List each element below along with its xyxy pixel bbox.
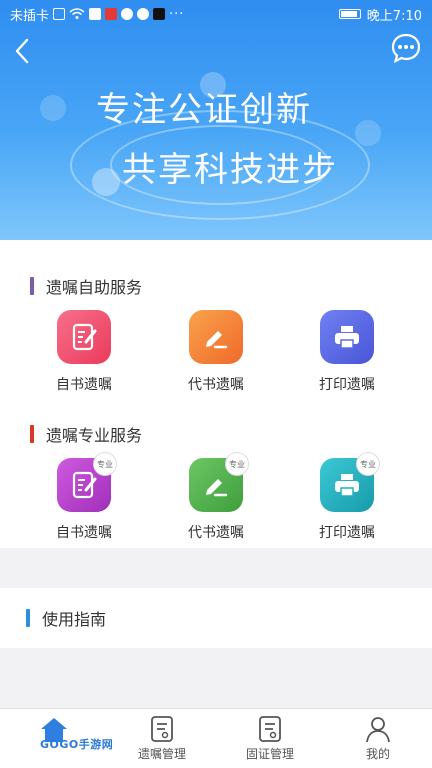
- section-pro-service: 遗嘱专业服务: [30, 424, 143, 445]
- service-label: 代书遗嘱: [188, 377, 244, 393]
- pen-write-icon: 专业: [189, 452, 249, 512]
- service-label: 打印遗嘱: [319, 525, 375, 541]
- hero-slogan-1: 专注公证创新: [96, 90, 312, 130]
- tiktok-icon: [153, 8, 166, 20]
- app-notification-icon: [121, 8, 134, 20]
- sim-status: 未插卡: [10, 8, 50, 24]
- nav-label: 遗嘱管理: [137, 747, 186, 761]
- nav-label: 我的: [365, 747, 390, 761]
- wifi-icon: [69, 8, 85, 19]
- pro-badge: 专业: [225, 452, 249, 476]
- clock: 晚上7:10: [366, 8, 422, 24]
- pro-badge: 专业: [93, 452, 117, 476]
- printer-icon: [320, 310, 374, 364]
- section-title: 遗嘱自助服务: [46, 278, 143, 297]
- sim-icon: [53, 8, 66, 20]
- more-notifications: ···: [169, 6, 185, 22]
- edit-document-icon: 专业: [57, 452, 117, 512]
- service-print-will[interactable]: 打印遗嘱: [292, 310, 402, 394]
- hero-slogan-2: 共享科技进步: [122, 150, 338, 190]
- service-label: 代书遗嘱: [188, 525, 244, 541]
- guide-title-row: 使用指南: [26, 608, 107, 629]
- pen-write-icon: [189, 310, 243, 364]
- section-title: 遗嘱专业服务: [46, 426, 143, 445]
- document-list-icon: [151, 716, 173, 742]
- hero-banner: 未插卡 ··· 晚上7:10 专注公证创新 共享科技进步: [0, 0, 432, 240]
- section-marker: [26, 609, 30, 627]
- guide-section[interactable]: 使用指南: [0, 588, 432, 648]
- service-label: 自书遗嘱: [56, 525, 112, 541]
- chevron-left-icon: [15, 38, 29, 64]
- decor-bubble: [40, 95, 66, 121]
- service-label: 自书遗嘱: [56, 377, 112, 393]
- nav-label: 固证管理: [245, 747, 294, 761]
- app-notification-icon: [137, 8, 150, 20]
- user-icon: [366, 717, 390, 743]
- guide-title: 使用指南: [42, 610, 107, 629]
- pro-badge: 专业: [356, 452, 380, 476]
- battery-icon: [338, 9, 361, 19]
- service-pro-proxy-written-will[interactable]: 专业 代书遗嘱: [161, 452, 271, 542]
- service-label: 打印遗嘱: [319, 377, 375, 393]
- service-proxy-written-will[interactable]: 代书遗嘱: [161, 310, 271, 394]
- back-button[interactable]: [8, 36, 36, 66]
- section-marker: [30, 425, 34, 443]
- app-notification-icon: [105, 8, 118, 20]
- watermark-logo: GOGO手游网: [40, 738, 114, 751]
- decor-bubble: [92, 168, 120, 196]
- chat-bubble-icon: [391, 33, 421, 64]
- app-notification-icon: [89, 8, 102, 20]
- section-marker: [30, 277, 34, 295]
- document-check-icon: [259, 716, 281, 742]
- printer-icon: 专业: [320, 452, 380, 512]
- service-pro-print-will[interactable]: 专业 打印遗嘱: [292, 452, 402, 542]
- service-self-written-will[interactable]: 自书遗嘱: [29, 310, 139, 394]
- decor-bubble: [355, 120, 381, 146]
- edit-document-icon: [57, 310, 111, 364]
- section-self-service: 遗嘱自助服务: [30, 276, 143, 297]
- service-pro-self-written-will[interactable]: 专业 自书遗嘱: [29, 452, 139, 542]
- nav-evidence-management[interactable]: 固证管理: [216, 709, 324, 768]
- message-button[interactable]: [390, 32, 422, 64]
- nav-mine[interactable]: 我的: [324, 709, 432, 768]
- services-panel: 遗嘱自助服务 自书遗嘱 代书遗嘱 打印遗嘱 遗嘱专业服务 专业 自书遗嘱 专业 …: [0, 240, 432, 548]
- nav-will-management[interactable]: 遗嘱管理: [108, 709, 216, 768]
- status-bar: 未插卡 ··· 晚上7:10: [0, 0, 432, 28]
